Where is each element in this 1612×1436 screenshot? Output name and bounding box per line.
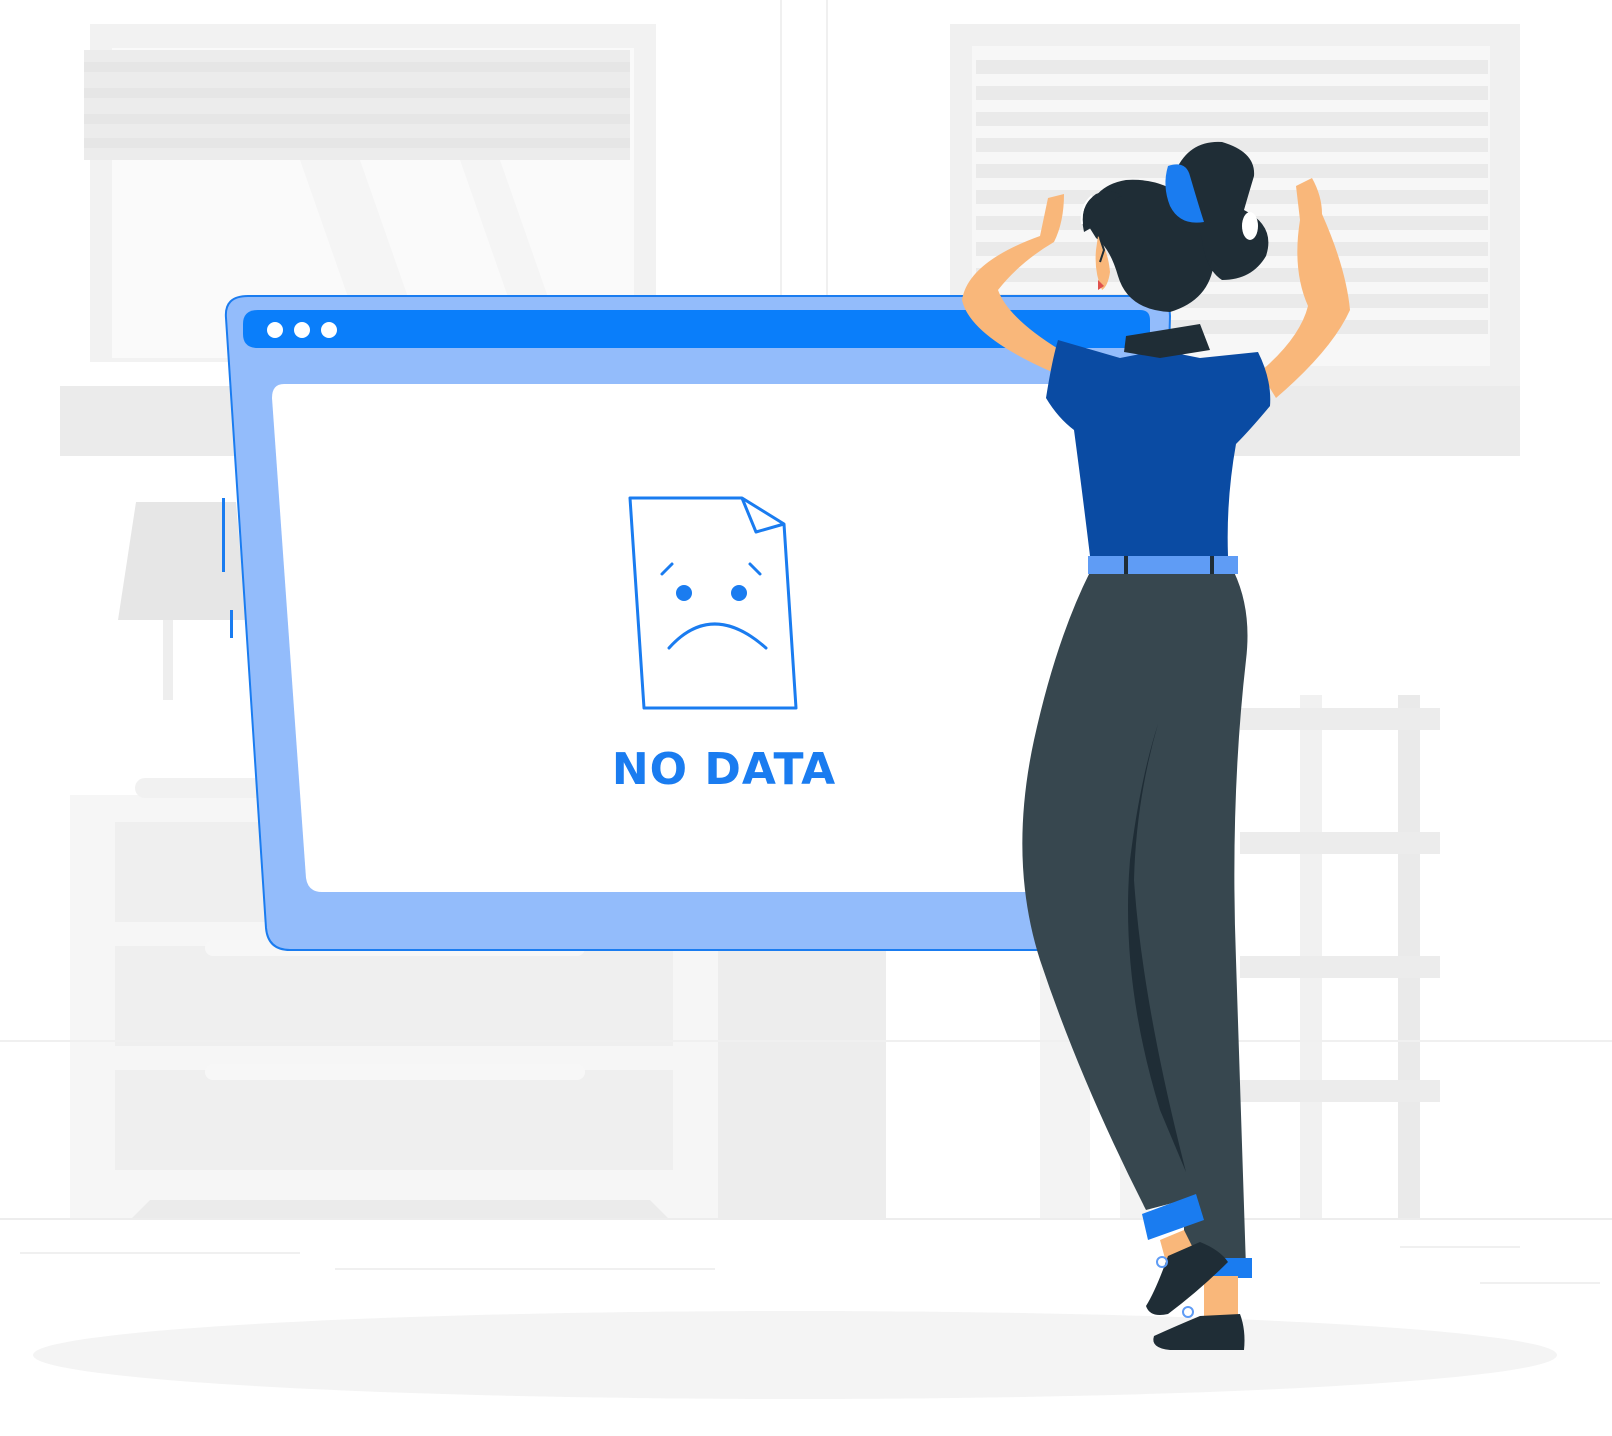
floor-line (1480, 1282, 1600, 1284)
wall-line (826, 0, 828, 300)
hair-highlight (1242, 212, 1258, 240)
wall-baseline (0, 1040, 1612, 1042)
three-dots-icon (267, 322, 337, 338)
belt-loop (1124, 556, 1128, 574)
belt (1088, 556, 1238, 574)
floor-lamp (118, 502, 246, 700)
shoelace (1156, 1256, 1168, 1268)
sad-document-eye (676, 585, 692, 601)
shoelace (1182, 1306, 1194, 1318)
floor-line (1400, 1246, 1520, 1248)
floor-line (335, 1268, 715, 1270)
sad-document-eye (731, 585, 747, 601)
no-data-illustration: NO DATA (0, 0, 1612, 1399)
monitor-stand (718, 950, 886, 1220)
floor-shadow (33, 1311, 1557, 1399)
side-mark (230, 610, 233, 638)
side-mark (222, 498, 225, 572)
wall-line (780, 0, 782, 300)
floor-line (0, 1218, 1612, 1220)
no-data-message: NO DATA (612, 744, 836, 795)
belt-loop (1210, 556, 1214, 574)
ankle (1204, 1276, 1238, 1316)
sad-document-icon (628, 496, 798, 710)
floor-line (20, 1252, 300, 1254)
